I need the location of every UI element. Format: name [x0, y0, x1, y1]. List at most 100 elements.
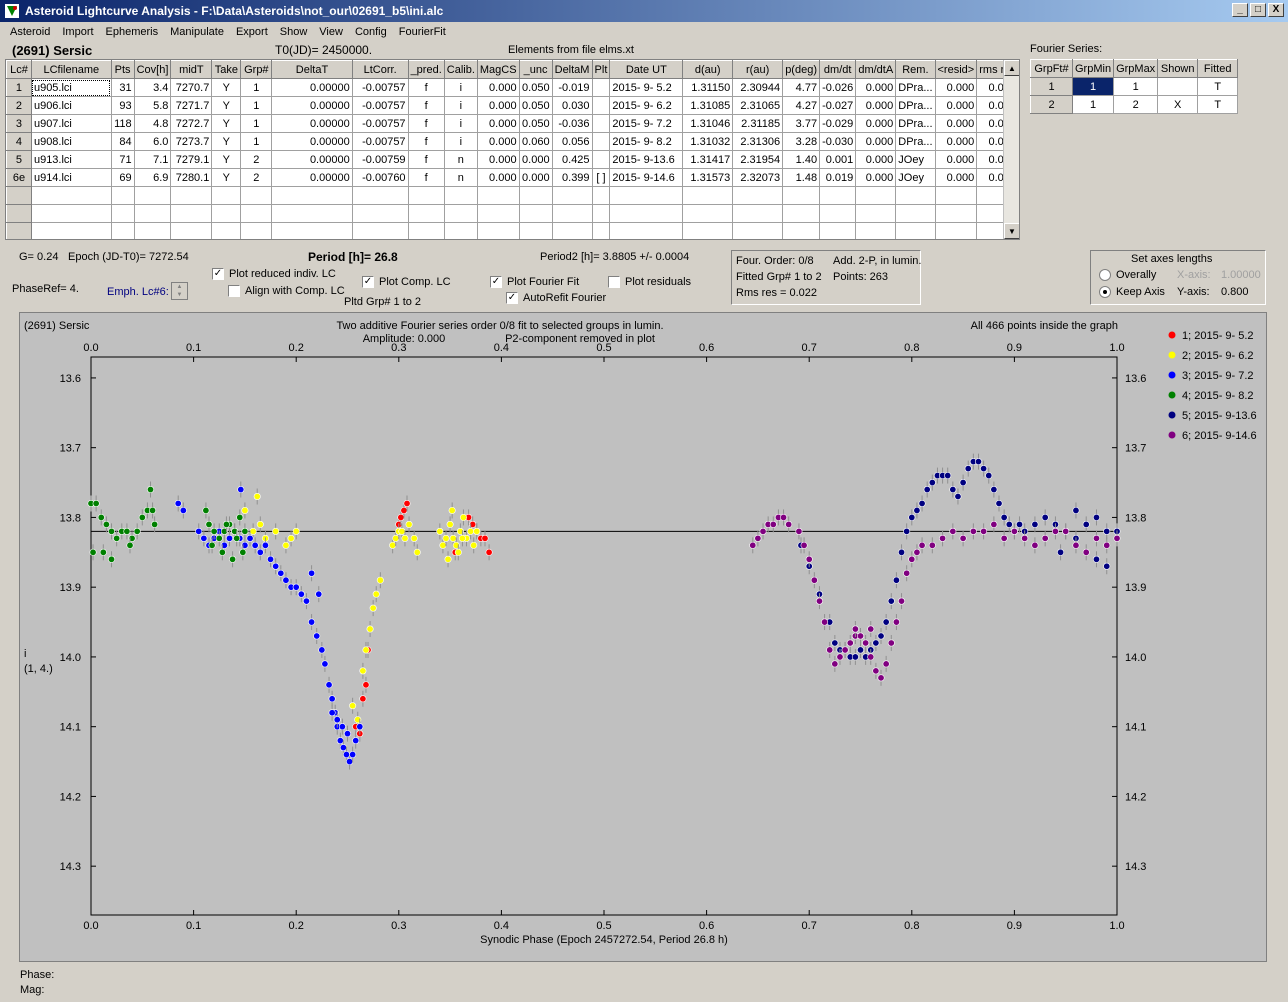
table-cell[interactable]: f	[407, 114, 445, 133]
table-cell[interactable]	[211, 186, 242, 205]
menu-export[interactable]: Export	[230, 26, 274, 38]
table-cell[interactable]	[934, 186, 978, 205]
fourier-cell[interactable]: 2	[1030, 95, 1073, 114]
column-header[interactable]: midT	[170, 60, 213, 79]
table-cell[interactable]	[110, 186, 135, 205]
table-cell[interactable]: 0.000	[855, 168, 897, 187]
menu-import[interactable]: Import	[56, 26, 99, 38]
table-cell[interactable]: 7273.7	[170, 132, 213, 151]
table-cell[interactable]: 4.8	[133, 114, 172, 133]
fourier-column-header[interactable]: GrpFt#	[1030, 59, 1073, 78]
table-cell[interactable]	[30, 186, 112, 205]
table-cell[interactable]: f	[407, 96, 445, 115]
table-cell[interactable]	[895, 204, 936, 223]
table-cell[interactable]: -0.027	[819, 96, 857, 115]
table-cell[interactable]: 71	[110, 150, 135, 169]
column-header[interactable]: Cov[h]	[133, 60, 172, 79]
table-cell[interactable]	[782, 186, 821, 205]
table-row[interactable]: 1 u905.lci 31 3.4 7270.7 Y 1 0.00000 -0.00757 f i 0…	[6, 78, 1019, 97]
table-cell[interactable]	[934, 204, 978, 223]
table-cell[interactable]: 4.77	[782, 78, 821, 97]
fourier-cell[interactable]: 1	[1113, 77, 1159, 96]
table-cell[interactable]: 5	[6, 150, 32, 169]
table-cell[interactable]: Y	[211, 114, 242, 133]
table-cell[interactable]: -0.00760	[351, 168, 409, 187]
table-cell[interactable]	[934, 222, 978, 239]
grid-scrollbar[interactable]: ▲ ▼	[1003, 60, 1019, 239]
table-cell[interactable]: 1	[240, 132, 273, 151]
column-header[interactable]: Pts	[110, 60, 135, 79]
table-cell[interactable]	[591, 78, 611, 97]
column-header[interactable]: Calib.	[443, 60, 478, 79]
table-cell[interactable]: Y	[211, 150, 242, 169]
table-cell[interactable]: f	[407, 168, 445, 187]
table-cell[interactable]	[591, 186, 611, 205]
column-header[interactable]: dm/dtA	[855, 60, 897, 79]
table-cell[interactable]	[609, 204, 684, 223]
table-cell[interactable]	[351, 186, 409, 205]
table-cell[interactable]	[240, 204, 273, 223]
column-header[interactable]: DeltaT	[271, 60, 353, 79]
table-cell[interactable]: 0.050	[518, 78, 553, 97]
table-cell[interactable]	[6, 204, 32, 223]
table-cell[interactable]: 1.31032	[682, 132, 734, 151]
table-cell[interactable]: u907.lci	[30, 114, 112, 133]
fourier-cell[interactable]: T	[1197, 95, 1239, 114]
overally-radio[interactable]: Overally	[1099, 269, 1156, 282]
table-cell[interactable]: 0.019	[819, 168, 857, 187]
table-cell[interactable]: 0.000	[518, 168, 553, 187]
emph-spinner[interactable]: ▲ ▼	[171, 282, 188, 300]
table-row[interactable]: 2 u906.lci 93 5.8 7271.7 Y 1 0.00000 -0.00757 f i 0…	[6, 96, 1019, 115]
table-cell[interactable]: u905.lci	[30, 78, 112, 97]
table-cell[interactable]: 0.000	[934, 132, 978, 151]
table-cell[interactable]: 4.27	[782, 96, 821, 115]
table-cell[interactable]: 2015- 9-14.6	[609, 168, 684, 187]
table-cell[interactable]	[591, 96, 611, 115]
table-cell[interactable]: 3.77	[782, 114, 821, 133]
table-cell[interactable]	[895, 186, 936, 205]
table-cell[interactable]: u906.lci	[30, 96, 112, 115]
table-row[interactable]: 4 u908.lci 84 6.0 7273.7 Y 1 0.00000 -0.00757 f i 0…	[6, 132, 1019, 151]
column-header[interactable]: Plt	[591, 60, 611, 79]
table-cell[interactable]: 5.8	[133, 96, 172, 115]
table-cell[interactable]	[732, 186, 784, 205]
table-cell[interactable]: JOey	[895, 168, 936, 187]
column-header[interactable]: _pred.	[407, 60, 445, 79]
table-cell[interactable]	[682, 222, 734, 239]
scroll-up-arrow-icon[interactable]: ▲	[1004, 60, 1019, 76]
empty-row[interactable]	[6, 204, 1019, 223]
table-row[interactable]: 5 u913.lci 71 7.1 7279.1 Y 2 0.00000 -0.00759 f n 0…	[6, 150, 1019, 169]
table-cell[interactable]: 7272.7	[170, 114, 213, 133]
table-cell[interactable]: 0.000	[855, 114, 897, 133]
spin-up-icon[interactable]: ▲	[172, 283, 187, 291]
table-cell[interactable]: 2.30944	[732, 78, 784, 97]
table-cell[interactable]: 1.31573	[682, 168, 734, 187]
table-cell[interactable]	[351, 204, 409, 223]
table-cell[interactable]	[351, 222, 409, 239]
table-cell[interactable]	[211, 204, 242, 223]
table-cell[interactable]	[591, 204, 611, 223]
table-cell[interactable]: -0.026	[819, 78, 857, 97]
plot-fourier-checkbox[interactable]: ✓ Plot Fourier Fit	[490, 276, 579, 289]
lightcurve-grid[interactable]: Lc# LCfilename Pts Cov[h] midT Take Grp# DeltaT…	[5, 59, 1020, 240]
table-cell[interactable]: 7270.7	[170, 78, 213, 97]
table-cell[interactable]: -0.00759	[351, 150, 409, 169]
table-cell[interactable]: 0.001	[819, 150, 857, 169]
table-cell[interactable]: 2.32073	[732, 168, 784, 187]
fourier-row[interactable]: 111T	[1030, 77, 1239, 96]
fourier-row[interactable]: 212XT	[1030, 95, 1239, 114]
table-cell[interactable]: 0.399	[551, 168, 593, 187]
table-cell[interactable]: -0.036	[551, 114, 593, 133]
fourier-cell[interactable]: 1	[1071, 77, 1115, 96]
table-cell[interactable]: 0.030	[551, 96, 593, 115]
table-cell[interactable]: 93	[110, 96, 135, 115]
table-cell[interactable]: DPra...	[895, 114, 936, 133]
table-cell[interactable]	[407, 222, 445, 239]
keep-axis-radio[interactable]: Keep Axis	[1099, 286, 1165, 299]
table-cell[interactable]	[170, 186, 213, 205]
table-cell[interactable]: 3	[6, 114, 32, 133]
fourier-column-header[interactable]: Fitted	[1197, 59, 1239, 78]
menu-show[interactable]: Show	[274, 26, 314, 38]
table-cell[interactable]: 1.31150	[682, 78, 734, 97]
table-cell[interactable]: 2	[240, 168, 273, 187]
